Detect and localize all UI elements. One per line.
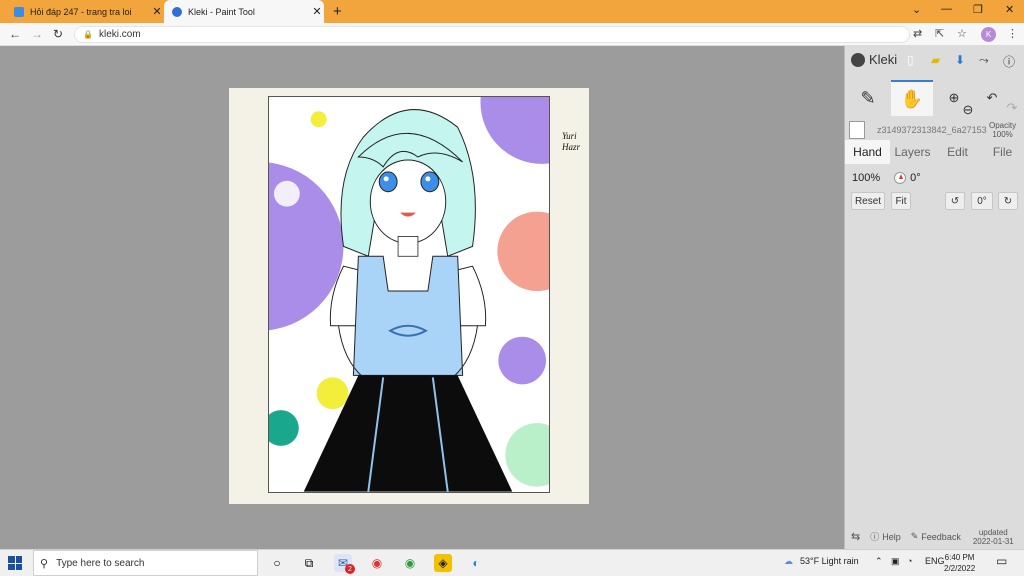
cortana-icon[interactable]: ○ [268, 554, 286, 572]
canvas-paper[interactable]: Yuri Hazr [229, 88, 589, 504]
help-link[interactable]: Help [882, 532, 901, 542]
chrome-icon[interactable]: ◉ [368, 554, 386, 572]
layer-preview-row[interactable]: z3149372313842_6a27153 Opacity 100% [849, 118, 1023, 142]
anime-girl-drawing [269, 97, 549, 492]
compass-icon [894, 172, 907, 184]
edge-icon[interactable]: ◐ [467, 554, 485, 572]
tab-title: Kleki - Paint Tool [188, 6, 255, 17]
clock-date: 2/2/2022 [944, 564, 976, 573]
hand-tool-button[interactable]: ✋ [891, 80, 933, 116]
help-circle-icon[interactable]: ⓘ [1003, 53, 1015, 70]
translate-icon[interactable]: ⇄ [913, 27, 922, 40]
url-input[interactable]: 🔒 kleki.com [74, 26, 910, 43]
close-tab-icon[interactable]: ✕ [310, 5, 324, 18]
kleki-side-panel: Kleki ▯ ▰ ⬇ ⤳ ⓘ ✎ ✋ ⊕ ⊖ ↶ ↷ z31493723138… [844, 46, 1024, 549]
reset-button[interactable]: Reset [851, 192, 885, 210]
download-icon[interactable]: ⬇ [955, 53, 965, 67]
close-tab-icon[interactable]: ✕ [150, 5, 164, 18]
browser-menu-icon[interactable]: ⋮ [1007, 27, 1018, 40]
app-icon[interactable]: ◈ [434, 554, 452, 572]
notification-badge: 2 [345, 564, 355, 574]
chrome-profile-icon[interactable]: ◉ [401, 554, 419, 572]
minimize-icon[interactable]: — [941, 3, 952, 15]
hoidap-favicon-icon [14, 6, 24, 17]
kleki-favicon-icon [172, 6, 182, 17]
drawing-canvas-area[interactable]: Yuri Hazr [0, 46, 844, 549]
tray-expand-icon[interactable]: ⌃ [875, 556, 883, 567]
weather-icon: ☁ [784, 556, 793, 566]
windows-start-icon[interactable] [8, 556, 22, 570]
bookmark-star-icon[interactable]: ☆ [957, 27, 967, 40]
task-view-icon[interactable]: ⧉ [300, 554, 318, 572]
address-bar: ← → ↻ 🔒 kleki.com ⇄ ⇱ ☆ K ⋮ [0, 23, 1024, 46]
tab-hand[interactable]: Hand [845, 140, 890, 164]
updated-info: updated 2022-01-31 [973, 528, 1014, 546]
forward-icon[interactable]: → [31, 27, 43, 41]
windows-taskbar: ⚲ Type here to search ○ ⧉ ✉ 2 ◉ ◉ ◈ ◐ ☁ … [0, 549, 1024, 576]
opacity-value: 100% [992, 130, 1013, 139]
tab-layers[interactable]: Layers [890, 140, 935, 164]
hand-tool-options: 100% 0° Reset Fit ↺ 0° ↻ [845, 164, 1024, 224]
taskbar-clock[interactable]: 6:40 PM 2/2/2022 [944, 552, 975, 574]
search-placeholder: Type here to search [56, 557, 145, 569]
taskbar-search-input[interactable]: ⚲ Type here to search [33, 550, 258, 576]
notification-center-icon[interactable]: ▭ [996, 554, 1007, 568]
layer-name: z3149372313842_6a27153 [877, 125, 987, 135]
clock-time: 6:40 PM [944, 553, 975, 562]
profile-avatar[interactable]: K [981, 27, 996, 42]
rotation-value[interactable]: 0° [971, 192, 993, 210]
updated-label: updated [978, 527, 1008, 537]
chat-app-icon[interactable]: ✉ 2 [334, 554, 355, 574]
panel-tabs: Hand Layers Edit File [845, 140, 1024, 164]
wifi-icon[interactable]: ◔ [907, 556, 912, 566]
signature-line-2: Hazr [562, 142, 581, 152]
tab-kleki[interactable]: Kleki - Paint Tool ✕ [164, 0, 324, 23]
kleki-logo-icon [851, 52, 865, 67]
tab-file[interactable]: File [980, 140, 1024, 164]
layer-thumbnail [849, 121, 865, 139]
rotation-angle: 0° [910, 172, 921, 184]
new-tab-button[interactable]: + [333, 3, 342, 20]
tab-hoi-dap[interactable]: Hỏi đáp 247 - trang tra loi ✕ [6, 0, 164, 23]
search-icon: ⚲ [40, 557, 49, 570]
new-image-icon[interactable]: ▯ [907, 53, 914, 67]
artwork-image [268, 96, 550, 493]
tab-title: Hỏi đáp 247 - trang tra loi [30, 6, 132, 17]
zoom-angle-row: 100% 0° [852, 172, 921, 184]
lock-icon: 🔒 [83, 30, 93, 39]
url-text: kleki.com [98, 29, 141, 40]
swap-panel-icon[interactable]: ⇆ [851, 530, 860, 543]
browser-tab-bar: Hỏi đáp 247 - trang tra loi ✕ Kleki - Pa… [0, 0, 1024, 23]
tab-search-icon[interactable]: ⌄ [912, 3, 921, 16]
tab-edit[interactable]: Edit [935, 140, 980, 164]
help-icon[interactable]: ⓘ [870, 530, 879, 543]
rotate-right-icon[interactable]: ↻ [998, 192, 1018, 210]
close-window-icon[interactable]: ✕ [1005, 3, 1014, 16]
brand-name: Kleki [869, 52, 898, 67]
layer-opacity: Opacity 100% [989, 121, 1016, 139]
kleki-logo[interactable]: Kleki [851, 52, 897, 67]
zoom-level: 100% [852, 172, 881, 184]
maximize-icon[interactable]: ❐ [973, 3, 983, 16]
opacity-label: Opacity [989, 121, 1017, 130]
undo-icon[interactable]: ↶ [981, 80, 1003, 116]
feedback-icon[interactable]: ✎ [911, 531, 919, 542]
meet-icon[interactable]: ▣ [891, 556, 900, 567]
rotate-left-icon[interactable]: ↺ [945, 192, 965, 210]
brush-tool-button[interactable]: ✎ [847, 80, 889, 116]
tool-row: ✎ ✋ ⊕ ⊖ ↶ ↷ [845, 80, 1024, 118]
weather-text[interactable]: 53°F Light rain [800, 556, 859, 566]
signature-text: Yuri Hazr [562, 131, 580, 153]
signature-line-1: Yuri [562, 131, 577, 141]
reload-icon[interactable]: ↻ [53, 27, 63, 41]
language-indicator[interactable]: ENG [925, 556, 945, 566]
fit-button[interactable]: Fit [891, 192, 911, 210]
share-icon[interactable]: ⤳ [979, 53, 989, 68]
open-folder-icon[interactable]: ▰ [931, 53, 940, 67]
back-icon[interactable]: ← [9, 27, 21, 41]
share-icon[interactable]: ⇱ [935, 27, 944, 40]
panel-footer: ⇆ ⓘ Help ✎ Feedback updated 2022-01-31 [845, 524, 1024, 549]
feedback-link[interactable]: Feedback [921, 532, 961, 542]
updated-date: 2022-01-31 [972, 536, 1014, 546]
